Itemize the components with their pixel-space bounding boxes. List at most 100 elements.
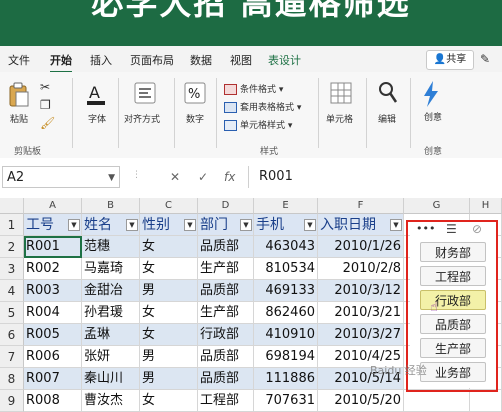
column-header-e[interactable]: E [254,198,318,214]
editing-label[interactable]: 编辑 [378,112,396,125]
tab-table-design[interactable]: 表设计 [268,52,301,68]
confirm-icon[interactable]: ✓ [198,170,208,184]
table-cell-gender[interactable]: 女 [140,236,198,258]
filter-dropdown-icon[interactable]: ▼ [68,219,80,231]
column-header-c[interactable]: C [140,198,198,214]
table-cell-hire-date[interactable]: 2010/3/21 [318,302,404,324]
format-painter-icon[interactable]: 🖌 [40,116,55,130]
filter-dropdown-icon[interactable]: ▼ [184,219,196,231]
table-cell-hire-date[interactable]: 2010/3/27 [318,324,404,346]
table-cell-hire-date[interactable]: 2010/5/20 [318,390,404,412]
table-cell-phone[interactable]: 810534 [254,258,318,280]
table-cell-name[interactable]: 孙君瑗 [82,302,140,324]
table-cell-gender[interactable]: 女 [140,390,198,412]
font-label[interactable]: 字体 [88,112,106,125]
edit-icon[interactable]: ✎ [480,52,490,66]
filter-dropdown-icon[interactable]: ▼ [240,219,252,231]
table-cell-department[interactable]: 品质部 [198,280,254,302]
row-header[interactable]: 4 [0,280,24,302]
copy-icon[interactable]: ❐ [40,98,51,112]
tab-view[interactable]: 视图 [230,52,252,68]
table-cell-name[interactable]: 秦山川 [82,368,140,390]
chevron-down-icon[interactable]: ▼ [108,167,115,189]
row-header[interactable]: 1 [0,214,24,236]
table-cell-id[interactable]: R003 [24,280,82,302]
table-header-hire-date[interactable]: 入职日期 ▼ [318,214,404,236]
tab-data[interactable]: 数据 [190,52,212,68]
tab-file[interactable]: 文件 [8,52,30,68]
row-header[interactable]: 2 [0,236,24,258]
row-header[interactable]: 7 [0,346,24,368]
table-cell-department[interactable]: 品质部 [198,368,254,390]
percent-icon[interactable]: % [184,82,206,104]
cut-icon[interactable]: ✂ [40,80,50,94]
table-cell-department[interactable]: 生产部 [198,302,254,324]
column-header-a[interactable]: A [24,198,82,214]
table-cell-department[interactable]: 工程部 [198,390,254,412]
table-cell-gender[interactable]: 女 [140,258,198,280]
cancel-icon[interactable]: ✕ [170,170,180,184]
lightning-icon[interactable] [422,80,440,108]
table-cell-name[interactable]: 张妍 [82,346,140,368]
table-cell-phone[interactable]: 707631 [254,390,318,412]
row-header[interactable]: 5 [0,302,24,324]
tab-home[interactable]: 开始 [50,52,72,73]
column-header-g[interactable]: G [404,198,470,214]
cells-label[interactable]: 单元格 [326,112,353,125]
table-cell-phone[interactable]: 469133 [254,280,318,302]
column-header-h[interactable]: H [470,198,502,214]
row-header[interactable]: 9 [0,390,24,412]
table-header-gender[interactable]: 性别 ▼ [140,214,198,236]
fx-icon[interactable]: fx [224,170,235,184]
format-as-table-button[interactable]: 套用表格格式 ▾ [224,100,301,113]
row-header[interactable]: 6 [0,324,24,346]
share-button[interactable]: 👤共享 [426,50,474,70]
table-cell-phone[interactable]: 111886 [254,368,318,390]
table-cell-id[interactable]: R008 [24,390,82,412]
font-icon[interactable]: A [86,82,106,106]
table-header-id[interactable]: 工号 ▼ [24,214,82,236]
select-all-corner[interactable] [0,198,24,214]
creative-button-label[interactable]: 创意 [424,110,442,123]
table-cell-name[interactable]: 范穗 [82,236,140,258]
table-cell-name[interactable]: 曹汝杰 [82,390,140,412]
tab-insert[interactable]: 插入 [90,52,112,68]
table-cell-phone[interactable]: 463043 [254,236,318,258]
table-cell-name[interactable]: 金甜冶 [82,280,140,302]
column-header-d[interactable]: D [198,198,254,214]
table-cell-id[interactable]: R005 [24,324,82,346]
table-cell-gender[interactable]: 男 [140,346,198,368]
filter-dropdown-icon[interactable]: ▼ [304,219,316,231]
row-header[interactable]: 3 [0,258,24,280]
table-cell-name[interactable]: 孟琳 [82,324,140,346]
formula-input[interactable]: R001 [248,166,500,188]
table-cell-id[interactable]: R001 [24,236,82,258]
filter-dropdown-icon[interactable]: ▼ [126,219,138,231]
table-cell-id[interactable]: R002 [24,258,82,280]
table-cell-hire-date[interactable]: 2010/1/26 [318,236,404,258]
table-cell-department[interactable]: 行政部 [198,324,254,346]
table-cell-id[interactable]: R004 [24,302,82,324]
row-header[interactable]: 8 [0,368,24,390]
empty-cell[interactable] [470,390,502,412]
column-header-b[interactable]: B [82,198,140,214]
table-cell-gender[interactable]: 女 [140,324,198,346]
name-box[interactable]: A2 ▼ [2,166,120,188]
tab-page-layout[interactable]: 页面布局 [130,52,174,68]
number-label[interactable]: 数字 [186,112,204,125]
cell-styles-button[interactable]: 单元格样式 ▾ [224,118,292,131]
table-cell-gender[interactable]: 男 [140,280,198,302]
table-cell-hire-date[interactable]: 2010/3/12 [318,280,404,302]
table-cell-id[interactable]: R006 [24,346,82,368]
table-cell-hire-date[interactable]: 2010/2/8 [318,258,404,280]
table-cell-gender[interactable]: 男 [140,368,198,390]
table-cell-department[interactable]: 品质部 [198,346,254,368]
search-icon[interactable] [378,80,398,106]
table-cell-department[interactable]: 品质部 [198,236,254,258]
table-cell-name[interactable]: 马嘉琦 [82,258,140,280]
table-header-name[interactable]: 姓名 ▼ [82,214,140,236]
table-cell-department[interactable]: 生产部 [198,258,254,280]
conditional-format-button[interactable]: 条件格式 ▾ [224,82,283,95]
drag-handle-icon[interactable]: ⋮ [132,170,141,180]
empty-cell[interactable] [404,390,470,412]
